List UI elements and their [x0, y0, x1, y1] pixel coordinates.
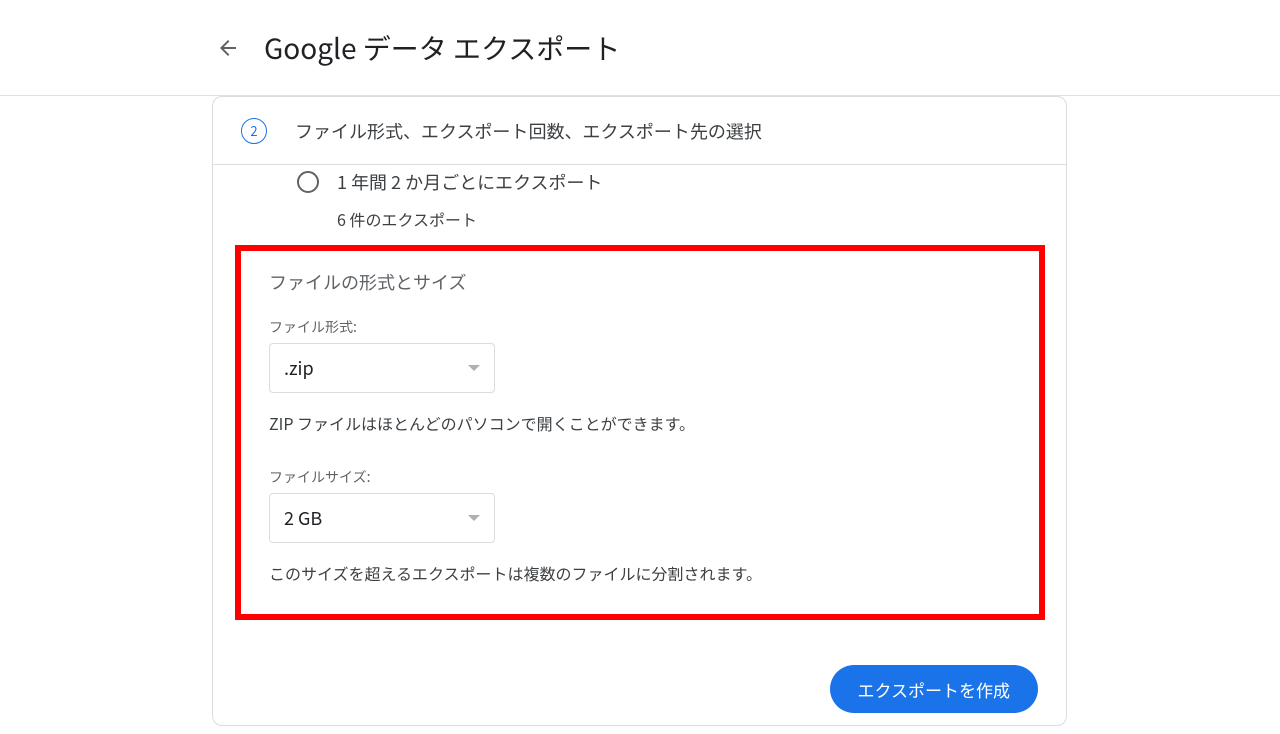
step-header: 2 ファイル形式、エクスポート回数、エクスポート先の選択	[213, 97, 1066, 165]
frequency-option-label: 1 年間 2 か月ごとにエクスポート	[337, 169, 603, 195]
file-type-help: ZIP ファイルはほとんどのパソコンで開くことができます。	[269, 411, 1010, 435]
create-export-button[interactable]: エクスポートを作成	[830, 665, 1039, 713]
step-title: ファイル形式、エクスポート回数、エクスポート先の選択	[295, 118, 762, 144]
page-title: Google データ エクスポート	[264, 28, 620, 68]
card-footer: エクスポートを作成	[830, 665, 1039, 713]
section-title: ファイルの形式とサイズ	[269, 269, 1010, 295]
chevron-down-icon	[468, 365, 480, 371]
file-size-label: ファイルサイズ:	[269, 467, 1010, 487]
file-size-select[interactable]: 2 GB	[269, 493, 495, 543]
frequency-detail: 6 件のエクスポート	[213, 207, 1066, 231]
file-size-help: このサイズを超えるエクスポートは複数のファイルに分割されます。	[269, 561, 1010, 585]
file-size-value: 2 GB	[284, 505, 322, 531]
radio-icon	[297, 171, 319, 193]
file-type-select[interactable]: .zip	[269, 343, 495, 393]
back-arrow-icon[interactable]	[216, 36, 240, 60]
file-format-section: ファイルの形式とサイズ ファイル形式: .zip ZIP ファイルはほとんどのパ…	[269, 269, 1010, 585]
chevron-down-icon	[468, 515, 480, 521]
file-type-value: .zip	[284, 355, 314, 381]
export-settings-card: 2 ファイル形式、エクスポート回数、エクスポート先の選択 1 年間 2 か月ごと…	[212, 96, 1067, 726]
step-number-badge: 2	[241, 118, 267, 144]
file-type-label: ファイル形式:	[269, 317, 1010, 337]
page-header: Google データ エクスポート	[0, 0, 1280, 96]
frequency-option-periodic[interactable]: 1 年間 2 か月ごとにエクスポート	[213, 165, 1066, 201]
